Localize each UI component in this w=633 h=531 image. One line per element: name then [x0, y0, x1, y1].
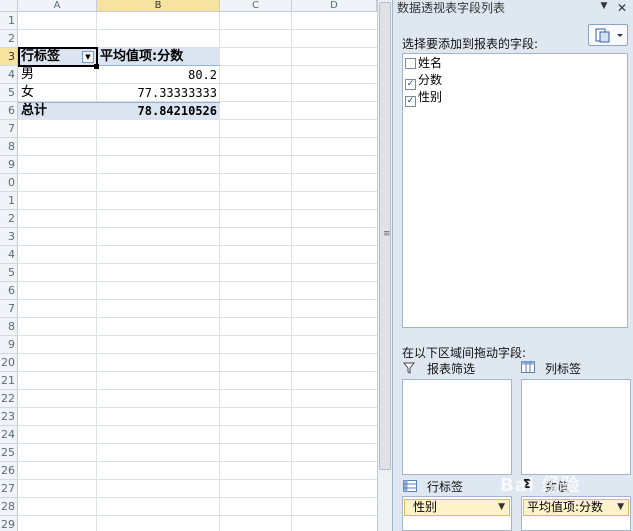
row-header[interactable]: 5	[0, 264, 18, 282]
column-labels-icon	[521, 361, 535, 373]
field-gender[interactable]: ✓ 性别	[405, 89, 442, 107]
row-header[interactable]: 0	[0, 174, 18, 192]
cell-area[interactable]: 行标签 ▼ 平均值项:分数 男 80.2 女 77.33333333 总计 78…	[18, 12, 377, 531]
pivot-total-value[interactable]: 78.84210526	[97, 102, 217, 120]
chevron-down-icon: ▼	[617, 502, 624, 512]
row-header[interactable]: 6	[0, 282, 18, 300]
pivot-row-male-label[interactable]: 男	[21, 66, 34, 84]
vertical-scrollbar[interactable]: ≡	[377, 0, 392, 531]
row-header[interactable]: 23	[0, 408, 18, 426]
row-header[interactable]: 6	[0, 102, 18, 120]
row-header[interactable]: 28	[0, 498, 18, 516]
pivot-row-female-value[interactable]: 77.33333333	[97, 84, 217, 102]
row-header[interactable]: 8	[0, 138, 18, 156]
row-header[interactable]: 9	[0, 336, 18, 354]
corner-select-all[interactable]	[0, 0, 18, 12]
choose-fields-label: 选择要添加到报表的字段:	[402, 37, 539, 51]
active-cell	[18, 47, 98, 67]
row-header[interactable]: 8	[0, 318, 18, 336]
spreadsheet-grid[interactable]: A B C D 1 2 3 4 5 6 7 8 9 0 1 2 3 4 5 6 7 8 9 20 21 22 23 24 25 2…	[0, 0, 377, 531]
column-header-d[interactable]: D	[292, 0, 377, 12]
pivot-row-female-label[interactable]: 女	[21, 84, 34, 102]
row-labels-zone-label: 行标签	[427, 480, 464, 494]
row-header[interactable]: 24	[0, 426, 18, 444]
drag-fields-label: 在以下区域间拖动字段:	[402, 346, 527, 360]
field-list: 姓名 ✓ 分数 ✓ 性别	[402, 53, 628, 328]
row-labels-icon	[403, 480, 417, 492]
row-header[interactable]: 22	[0, 390, 18, 408]
column-header-a[interactable]: A	[18, 0, 97, 12]
row-header[interactable]: 21	[0, 372, 18, 390]
column-labels-zone-label: 列标签	[545, 362, 582, 376]
close-icon[interactable]: ✕	[615, 1, 629, 15]
row-header[interactable]: 1	[0, 12, 18, 30]
pane-title: 数据透视表字段列表	[397, 1, 506, 15]
row-header[interactable]: 29	[0, 516, 18, 531]
row-header[interactable]: 3	[0, 48, 18, 66]
report-filter-zone-label: 报表筛选	[427, 362, 476, 376]
row-header[interactable]: 2	[0, 30, 18, 48]
row-header[interactable]: 1	[0, 192, 18, 210]
filter-icon	[403, 362, 415, 374]
values-drop-zone[interactable]: 平均值项:分数 ▼	[521, 496, 631, 531]
row-labels-drop-zone[interactable]: 性别 ▼	[402, 496, 512, 531]
pane-options-dropdown[interactable]: ▼	[597, 1, 611, 11]
pivot-row-male-value[interactable]: 80.2	[97, 66, 217, 84]
row-header[interactable]: 26	[0, 462, 18, 480]
column-labels-drop-zone[interactable]	[521, 379, 631, 475]
field-score[interactable]: ✓ 分数	[405, 72, 442, 90]
chevron-down-icon: ▼	[498, 502, 505, 512]
field-name[interactable]: 姓名	[405, 55, 442, 72]
watermark: Bai 经验	[500, 475, 581, 496]
row-header[interactable]: 2	[0, 210, 18, 228]
row-header[interactable]: 7	[0, 300, 18, 318]
pivot-field-list-pane: 数据透视表字段列表 ▼ ✕ 选择要添加到报表的字段: 姓名 ✓ 分数 ✓ 性别 在以…	[392, 0, 633, 531]
field-name-checkbox[interactable]	[405, 58, 416, 69]
row-header[interactable]: 25	[0, 444, 18, 462]
row-header[interactable]: 5	[0, 84, 18, 102]
pivot-total-label[interactable]: 总计	[21, 102, 47, 120]
row-header[interactable]: 27	[0, 480, 18, 498]
row-header[interactable]: 4	[0, 66, 18, 84]
row-header[interactable]: 7	[0, 120, 18, 138]
grip-icon: ≡	[383, 229, 391, 239]
report-filter-drop-zone[interactable]	[402, 379, 512, 475]
column-header-c[interactable]: C	[220, 0, 292, 12]
row-header[interactable]: 4	[0, 246, 18, 264]
scrollbar-thumb[interactable]: ≡	[379, 2, 391, 470]
field-gender-checkbox[interactable]: ✓	[405, 96, 416, 107]
column-header-b[interactable]: B	[97, 0, 220, 12]
row-field-gender-chip[interactable]: 性别 ▼	[404, 499, 510, 516]
row-header[interactable]: 20	[0, 354, 18, 372]
field-layout-icon	[595, 28, 623, 43]
value-field-avg-score-chip[interactable]: 平均值项:分数 ▼	[523, 499, 629, 516]
row-header[interactable]: 3	[0, 228, 18, 246]
layout-options-button[interactable]	[588, 24, 628, 46]
row-header[interactable]: 9	[0, 156, 18, 174]
pivot-value-header[interactable]: 平均值项:分数	[100, 48, 183, 66]
